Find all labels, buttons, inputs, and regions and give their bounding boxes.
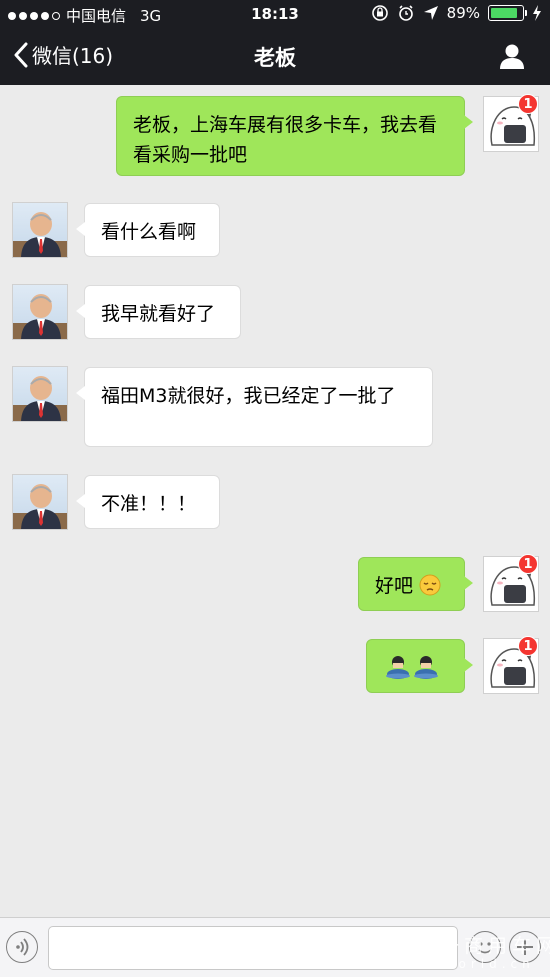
charging-icon: [533, 5, 541, 21]
message-text: 老板，上海车展有很多卡车，我去看看采购一批吧: [133, 114, 438, 166]
boss-avatar[interactable]: [12, 366, 68, 422]
watermark-domain: cvworld.cn: [420, 957, 535, 971]
watermark: 第一商用车网 cvworld.cn: [380, 928, 550, 972]
unread-badge: 1: [518, 554, 538, 574]
message-bubble[interactable]: [366, 639, 473, 693]
unread-badge: 1: [518, 94, 538, 114]
boss-avatar[interactable]: [12, 474, 68, 530]
message-received: 我早就看好了: [0, 277, 550, 347]
businessman-avatar-icon: [13, 212, 67, 257]
message-bubble[interactable]: 福田M3就很好，我已经定了一批了: [76, 367, 433, 447]
status-bar: 中国电信 3G 18:13 89%: [0, 0, 550, 28]
message-list: 老板，上海车展有很多卡车，我去看看采购一批吧 1 看什么看啊 我早就看好了 福田…: [0, 85, 550, 917]
watermark-logo: 第一商用车网 cvworld.cn: [380, 935, 550, 971]
unread-badge: 1: [518, 636, 538, 656]
message-received: 不准！！！: [0, 467, 550, 537]
kowtow-emoji-icon: [386, 656, 438, 679]
message-sent: 1: [0, 631, 550, 701]
message-text: 不准！！！: [101, 493, 197, 515]
message-bubble[interactable]: 我早就看好了: [76, 285, 241, 339]
alarm-icon: [398, 5, 413, 21]
message-bubble[interactable]: 不准！！！: [76, 475, 220, 529]
voice-button[interactable]: [6, 931, 38, 963]
message-bubble[interactable]: 老板，上海车展有很多卡车，我去看看采购一批吧: [116, 96, 473, 176]
person-icon[interactable]: [498, 42, 526, 70]
status-right: 89%: [371, 4, 542, 22]
message-text: 福田M3就很好，我已经定了一批了: [101, 385, 396, 407]
message-sent: 老板，上海车展有很多卡车，我去看看采购一批吧 1: [0, 85, 550, 176]
message-text: 看什么看啊: [101, 221, 197, 243]
battery-level: [491, 8, 517, 18]
boss-avatar[interactable]: [12, 284, 68, 340]
page-title: 老板: [254, 46, 296, 70]
message-bubble[interactable]: 看什么看啊: [76, 203, 220, 257]
battery-percent: 89%: [446, 4, 480, 22]
nav-bar: 微信(16) 老板: [0, 28, 550, 85]
message-text: 好吧: [375, 575, 414, 597]
pensive-face-icon: [419, 574, 441, 596]
businessman-avatar-icon: [13, 484, 67, 529]
businessman-avatar-icon: [13, 294, 67, 339]
businessman-avatar-icon: [13, 376, 67, 421]
boss-avatar[interactable]: [12, 202, 68, 258]
voice-icon: [16, 938, 29, 956]
rotation-lock-icon: [371, 5, 388, 21]
message-bubble[interactable]: 好吧: [358, 557, 473, 611]
message-received: 福田M3就很好，我已经定了一批了: [0, 359, 550, 449]
message-text: 我早就看好了: [101, 303, 216, 325]
battery-icon: [488, 5, 527, 21]
location-arrow-icon: [423, 6, 438, 20]
watermark-text: 第一商用车网: [416, 935, 550, 957]
message-sent: 好吧 1: [0, 549, 550, 619]
message-received: 看什么看啊: [0, 195, 550, 265]
